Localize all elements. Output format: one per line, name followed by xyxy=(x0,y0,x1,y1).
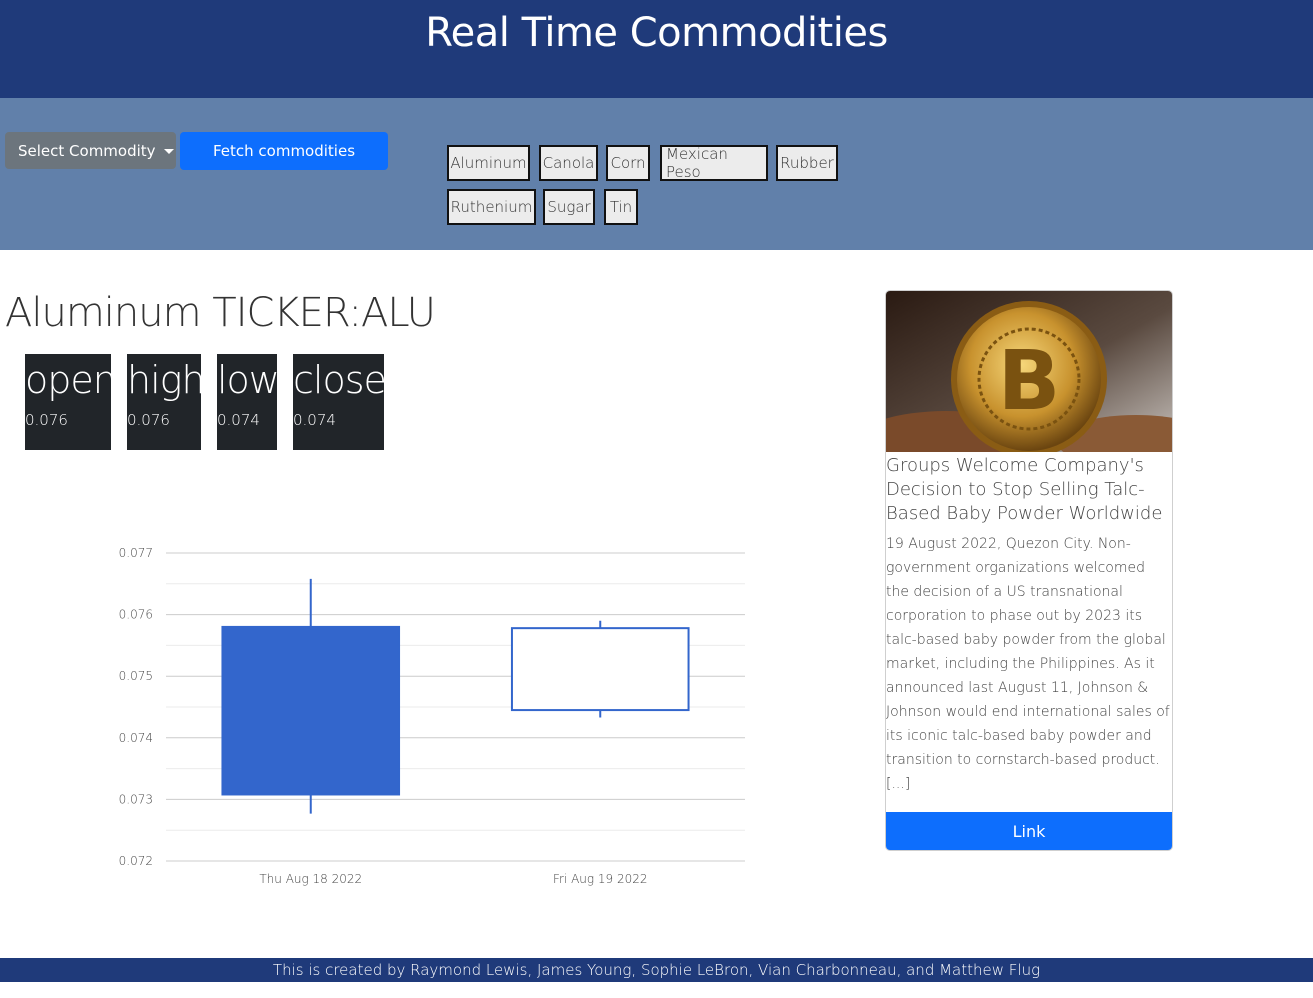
y-tick-label: 0.072 xyxy=(119,854,153,868)
x-tick-label: Thu Aug 18 2022 xyxy=(259,872,362,886)
commodity-title: Aluminum TICKER:ALU xyxy=(5,290,436,336)
candle-body xyxy=(221,625,401,796)
stat-value: 0.076 xyxy=(25,411,68,429)
chip-tin[interactable]: Tin xyxy=(604,189,638,225)
chip-mexican-peso[interactable]: Mexican Peso xyxy=(660,145,768,181)
chip-ruthenium[interactable]: Ruthenium xyxy=(447,189,536,225)
news-title: Groups Welcome Company's Decision to Sto… xyxy=(886,455,1163,524)
chip-sugar[interactable]: Sugar xyxy=(543,189,595,225)
page-title: Real Time Commodities xyxy=(425,10,888,56)
header-bar: Real Time Commodities xyxy=(0,0,1313,98)
news-link-button[interactable]: Link xyxy=(886,812,1172,850)
candlestick-chart: 0.077 0.076 0.075 0.074 0.073 0.072 Thu Aug 18… xyxy=(119,546,745,886)
stat-label: close xyxy=(293,358,384,402)
stat-low: low 0.074 xyxy=(217,354,277,450)
y-tick-label: 0.074 xyxy=(119,731,153,745)
stat-close: close 0.074 xyxy=(293,354,384,450)
news-body: 19 August 2022, Quezon City. Non-governm… xyxy=(886,536,1170,792)
candle-body xyxy=(510,627,690,712)
stat-label: low xyxy=(217,358,277,402)
stat-label: high xyxy=(127,358,201,402)
stat-value: 0.076 xyxy=(127,411,170,429)
chip-canola[interactable]: Canola xyxy=(539,145,598,181)
select-commodity-label: Select Commodity xyxy=(18,141,156,160)
y-tick-label: 0.075 xyxy=(119,669,153,683)
chevron-down-icon xyxy=(163,148,174,154)
stat-high: high 0.076 xyxy=(127,354,201,450)
controls-bar: Select Commodity Fetch commodities Alumi… xyxy=(0,98,1313,250)
stat-value: 0.074 xyxy=(217,411,260,429)
fetch-commodities-button[interactable]: Fetch commodities xyxy=(180,132,388,170)
y-tick-label: 0.073 xyxy=(119,792,153,806)
chip-corn[interactable]: Corn xyxy=(606,145,650,181)
x-tick-label: Fri Aug 19 2022 xyxy=(553,872,648,886)
news-image: B xyxy=(886,291,1172,452)
chip-aluminum[interactable]: Aluminum xyxy=(447,145,530,181)
stat-label: open xyxy=(25,358,111,402)
y-tick-label: 0.076 xyxy=(119,608,153,622)
chip-rubber[interactable]: Rubber xyxy=(776,145,838,181)
stat-open: open 0.076 xyxy=(25,354,111,450)
svg-text:B: B xyxy=(998,334,1061,429)
select-commodity-dropdown[interactable]: Select Commodity xyxy=(5,132,176,169)
footer-credits: This is created by Raymond Lewis, James … xyxy=(0,958,1313,982)
y-tick-label: 0.077 xyxy=(119,546,153,560)
stat-value: 0.074 xyxy=(293,411,336,429)
news-card: B Groups Welcome Company's Decision to S… xyxy=(885,290,1173,851)
